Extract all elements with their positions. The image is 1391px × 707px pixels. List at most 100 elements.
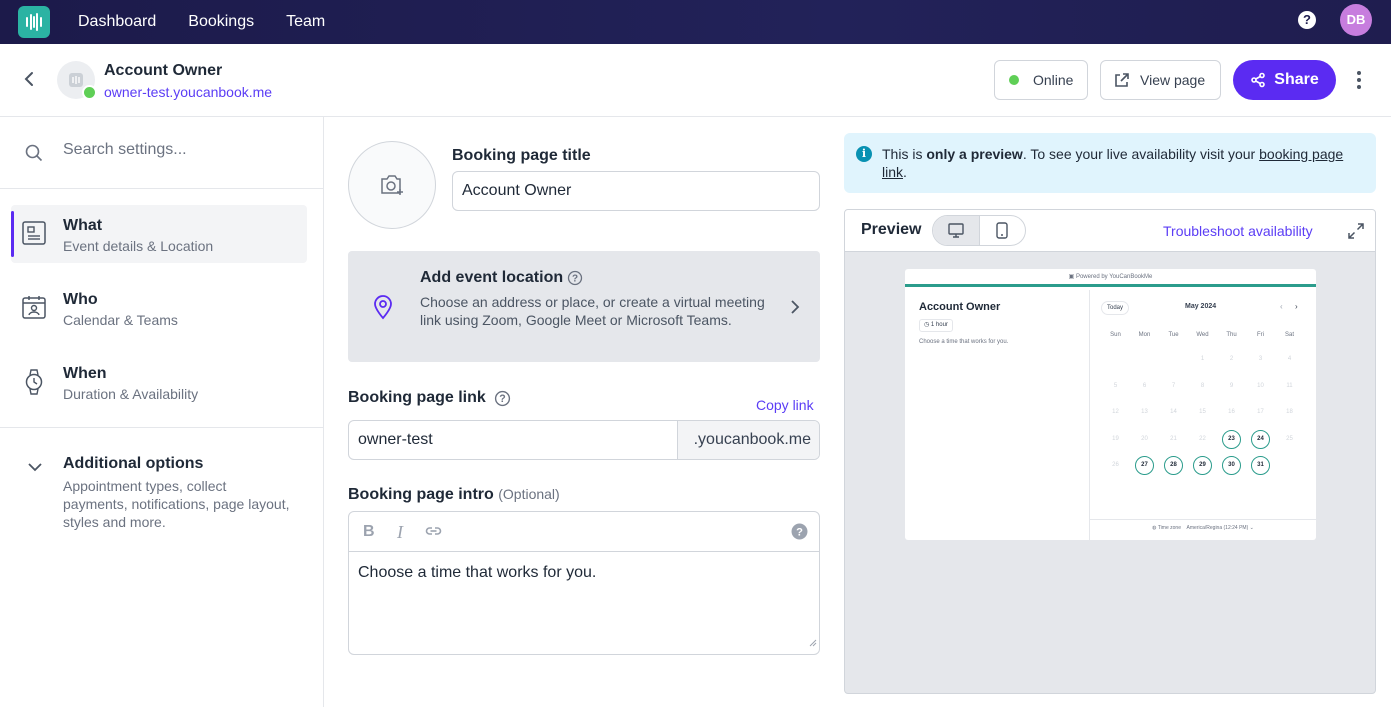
preview-title: Preview: [861, 221, 922, 238]
more-options-icon[interactable]: [1352, 70, 1366, 95]
search-icon: [25, 144, 43, 167]
mini-available-day[interactable]: 24: [1251, 429, 1270, 449]
location-description: Choose an address or place, or create a …: [420, 294, 765, 328]
sidebar-item-subtitle: Event details & Location: [63, 238, 214, 254]
bold-icon[interactable]: B: [363, 523, 375, 541]
user-avatar[interactable]: DB: [1340, 4, 1372, 36]
booking-link-label-text: Booking page link: [348, 389, 486, 406]
share-label: Share: [1274, 71, 1319, 88]
help-circle-icon[interactable]: ?: [494, 390, 511, 407]
settings-search: [0, 117, 323, 189]
view-page-button[interactable]: View page: [1100, 60, 1221, 100]
sidebar-item-title: What: [63, 217, 103, 234]
sidebar-item-what[interactable]: What Event details & Location: [11, 205, 307, 263]
info-bold: only a preview: [926, 146, 1023, 162]
expand-icon[interactable]: [1347, 222, 1365, 245]
location-title-text: Add event location: [420, 269, 564, 286]
additional-options-toggle[interactable]: Additional options Appointment types, co…: [0, 442, 323, 542]
search-input[interactable]: [63, 141, 303, 159]
additional-options-title: Additional options: [63, 455, 204, 472]
sidebar-item-when[interactable]: When Duration & Availability: [11, 353, 307, 411]
editor-help-icon[interactable]: ?: [791, 523, 808, 545]
link-icon[interactable]: [425, 524, 442, 543]
svg-text:?: ?: [572, 274, 578, 285]
mini-event-info: Account Owner ◷ 1 hour Choose a time tha…: [905, 290, 1090, 540]
mini-available-day[interactable]: 31: [1251, 456, 1270, 475]
mini-available-day[interactable]: 30: [1222, 456, 1241, 475]
mini-month-label: May 2024: [1185, 303, 1217, 310]
preview-panel: Preview Troubleshoot availability ▣ Powe…: [844, 209, 1376, 694]
mini-day: 5: [1113, 382, 1118, 389]
app-logo-icon[interactable]: [18, 6, 50, 38]
mini-day: 17: [1257, 409, 1264, 415]
booking-link-suffix: .youcanbook.me: [677, 421, 819, 459]
help-circle-icon[interactable]: ?: [567, 270, 583, 286]
mini-weekday-label: Wed: [1196, 332, 1209, 338]
account-url-link[interactable]: owner-test.youcanbook.me: [104, 84, 272, 100]
booking-intro-textarea[interactable]: Choose a time that works for you.: [358, 564, 596, 582]
mini-day: 4: [1287, 356, 1292, 362]
mini-calendar: Today May 2024 ‹ › ◍ Time zone America/R…: [1090, 290, 1316, 540]
booking-link-input[interactable]: owner-test: [349, 421, 677, 459]
mini-available-day[interactable]: 28: [1164, 456, 1183, 475]
online-dot-icon: [1009, 75, 1019, 85]
booking-title-input[interactable]: Account Owner: [452, 171, 820, 211]
mini-next-icon[interactable]: ›: [1295, 302, 1298, 311]
help-icon[interactable]: ?: [1298, 11, 1316, 29]
sidebar-item-subtitle: Calendar & Teams: [63, 312, 178, 328]
mini-prev-icon[interactable]: ‹: [1280, 302, 1283, 311]
booking-link-label: Booking page link ?: [348, 389, 511, 407]
mini-event-name: Account Owner: [919, 301, 1001, 313]
mini-available-day[interactable]: 23: [1222, 429, 1241, 449]
mini-available-day[interactable]: 29: [1193, 456, 1212, 475]
mini-day: 18: [1286, 409, 1293, 415]
mini-available-day[interactable]: 27: [1135, 456, 1154, 475]
share-button[interactable]: Share: [1233, 60, 1336, 100]
mini-day: 19: [1112, 435, 1119, 442]
italic-icon[interactable]: I: [397, 522, 403, 543]
optional-tag: (Optional): [498, 486, 560, 502]
mini-timezone-value[interactable]: America/Regina (12:24 PM): [1187, 525, 1249, 531]
sidebar-divider: [0, 427, 323, 428]
desktop-view-button[interactable]: [933, 216, 979, 245]
online-status-button[interactable]: Online: [994, 60, 1088, 100]
online-label: Online: [1033, 72, 1074, 88]
copy-link-button[interactable]: Copy link: [756, 397, 814, 413]
nav-team[interactable]: Team: [286, 13, 325, 31]
resize-handle-icon[interactable]: [808, 634, 817, 652]
editor-toolbar: B I ?: [349, 512, 819, 552]
back-arrow-icon[interactable]: [20, 70, 38, 93]
mini-day: 11: [1286, 382, 1293, 389]
troubleshoot-availability-link[interactable]: Troubleshoot availability: [1163, 223, 1313, 239]
mini-day: 9: [1229, 382, 1234, 389]
mini-booking-preview: ▣ Powered by YouCanBookMe Account Owner …: [905, 269, 1316, 540]
nav-dashboard[interactable]: Dashboard: [78, 13, 156, 31]
booking-intro-label-text: Booking page intro: [348, 486, 494, 503]
mobile-view-button[interactable]: [978, 216, 1026, 245]
sidebar-item-title: Who: [63, 291, 98, 308]
mini-timezone-label: Time zone: [1157, 525, 1181, 531]
mini-day: 13: [1141, 409, 1148, 415]
nav-bookings[interactable]: Bookings: [188, 13, 254, 31]
info-text: This is only a preview. To see your live…: [882, 145, 1352, 181]
page-header: Account Owner owner-test.youcanbook.me O…: [0, 44, 1391, 117]
calendar-person-icon: [22, 295, 46, 324]
mini-weekday-label: Tue: [1168, 332, 1179, 338]
settings-sidebar: What Event details & Location Who Calend…: [0, 117, 324, 707]
svg-text:?: ?: [796, 526, 803, 538]
add-event-location-card[interactable]: Add event location ? Choose an address o…: [348, 251, 820, 362]
mini-today-button[interactable]: Today: [1101, 301, 1130, 315]
mini-day: 1: [1200, 356, 1205, 362]
sidebar-item-who[interactable]: Who Calendar & Teams: [11, 279, 307, 337]
mini-timezone: ◍ Time zone America/Regina (12:24 PM) ⌄: [1090, 519, 1316, 531]
powered-by-bar: ▣ Powered by YouCanBookMe: [905, 269, 1316, 287]
preview-info-banner: i This is only a preview. To see your li…: [844, 133, 1376, 193]
chevron-right-icon: [789, 299, 801, 320]
online-status-dot: [82, 85, 97, 100]
info-suffix: .: [903, 164, 907, 180]
upload-photo-button[interactable]: [348, 141, 436, 229]
preview-header: Preview Troubleshoot availability: [845, 210, 1375, 252]
document-icon: [22, 221, 46, 250]
mini-intro-text: Choose a time that works for you.: [919, 339, 1009, 345]
powered-by-icon: ▣: [1068, 274, 1076, 280]
